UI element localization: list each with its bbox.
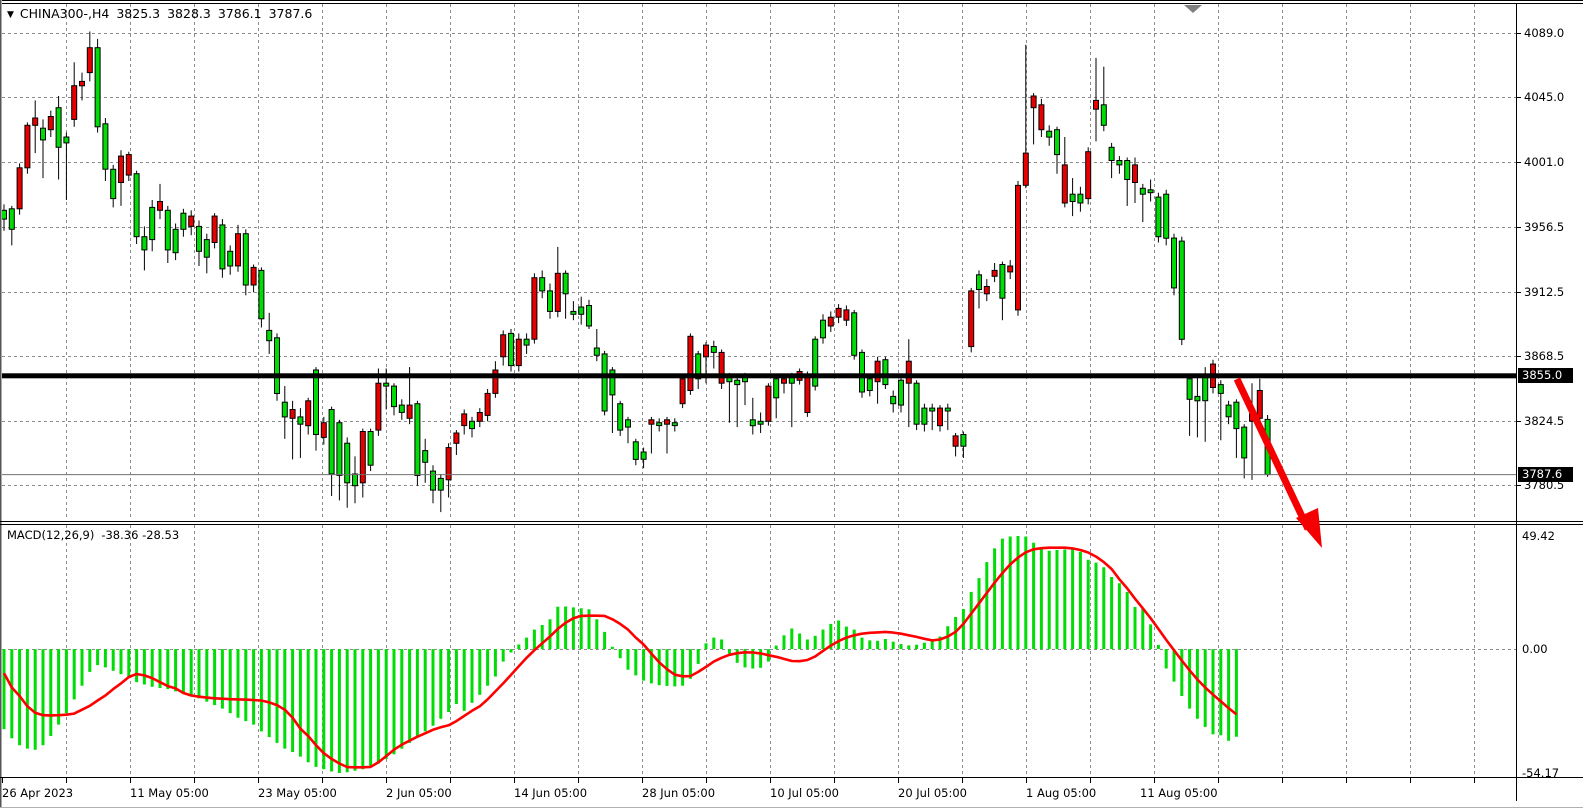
date-tick-label: 10 Jul 05:00 bbox=[770, 786, 839, 800]
price-tick-label: 4089.0 bbox=[1524, 26, 1564, 40]
symbol-period-label: CHINA300-,H4 bbox=[20, 6, 109, 21]
ohlc-open: 3825.3 bbox=[116, 6, 160, 21]
date-tick-label: 23 May 05:00 bbox=[258, 786, 337, 800]
price-tick-label: 4001.0 bbox=[1524, 155, 1564, 169]
macd-tick-label: 0.00 bbox=[1522, 642, 1548, 656]
support-price-chip: 3855.0 bbox=[1518, 368, 1573, 383]
macd-histogram bbox=[4, 536, 1236, 773]
candlesticks bbox=[2, 32, 1271, 513]
date-tick-label: 14 Jun 05:00 bbox=[514, 786, 587, 800]
down-arrow-annotation bbox=[1237, 379, 1322, 548]
ohlc-high: 3828.3 bbox=[167, 6, 211, 21]
date-tick-label: 26 Apr 2023 bbox=[2, 786, 73, 800]
support-line bbox=[2, 373, 1516, 378]
chart-window: ▼ CHINA300-,H4 3825.3 3828.3 3786.1 3787.6 MA… bbox=[0, 0, 1583, 811]
date-tick-label: 1 Aug 05:00 bbox=[1026, 786, 1096, 800]
date-tick-label: 28 Jun 05:00 bbox=[642, 786, 715, 800]
macd-name: MACD(12,26,9) bbox=[7, 528, 94, 542]
ohlc-close: 3787.6 bbox=[269, 6, 313, 21]
date-tick-label: 20 Jul 05:00 bbox=[898, 786, 967, 800]
macd-current-values: -38.36 -28.53 bbox=[101, 528, 179, 542]
macd-tick-label: -54.17 bbox=[1522, 766, 1559, 780]
date-tick-label: 2 Jun 05:00 bbox=[386, 786, 452, 800]
price-tick-label: 3912.5 bbox=[1524, 285, 1564, 299]
current-price-chip: 3787.6 bbox=[1518, 467, 1573, 482]
chart-shift-marker-icon bbox=[1184, 5, 1202, 13]
price-tick-label: 3868.5 bbox=[1524, 349, 1564, 363]
price-tick-label: 3956.5 bbox=[1524, 220, 1564, 234]
ohlc-low: 3786.1 bbox=[218, 6, 262, 21]
chart-title: ▼ CHINA300-,H4 3825.3 3828.3 3786.1 3787.6 bbox=[7, 6, 312, 21]
date-tick-label: 11 May 05:00 bbox=[130, 786, 209, 800]
date-tick-label: 11 Aug 05:00 bbox=[1140, 786, 1218, 800]
chart-canvas[interactable] bbox=[0, 0, 1583, 811]
macd-tick-label: 49.42 bbox=[1522, 529, 1555, 543]
price-tick-label: 3824.5 bbox=[1524, 414, 1564, 428]
price-tick-label: 4045.0 bbox=[1524, 90, 1564, 104]
symbol-marker-icon: ▼ bbox=[7, 10, 14, 20]
macd-indicator-label: MACD(12,26,9) -38.36 -28.53 bbox=[7, 528, 179, 542]
